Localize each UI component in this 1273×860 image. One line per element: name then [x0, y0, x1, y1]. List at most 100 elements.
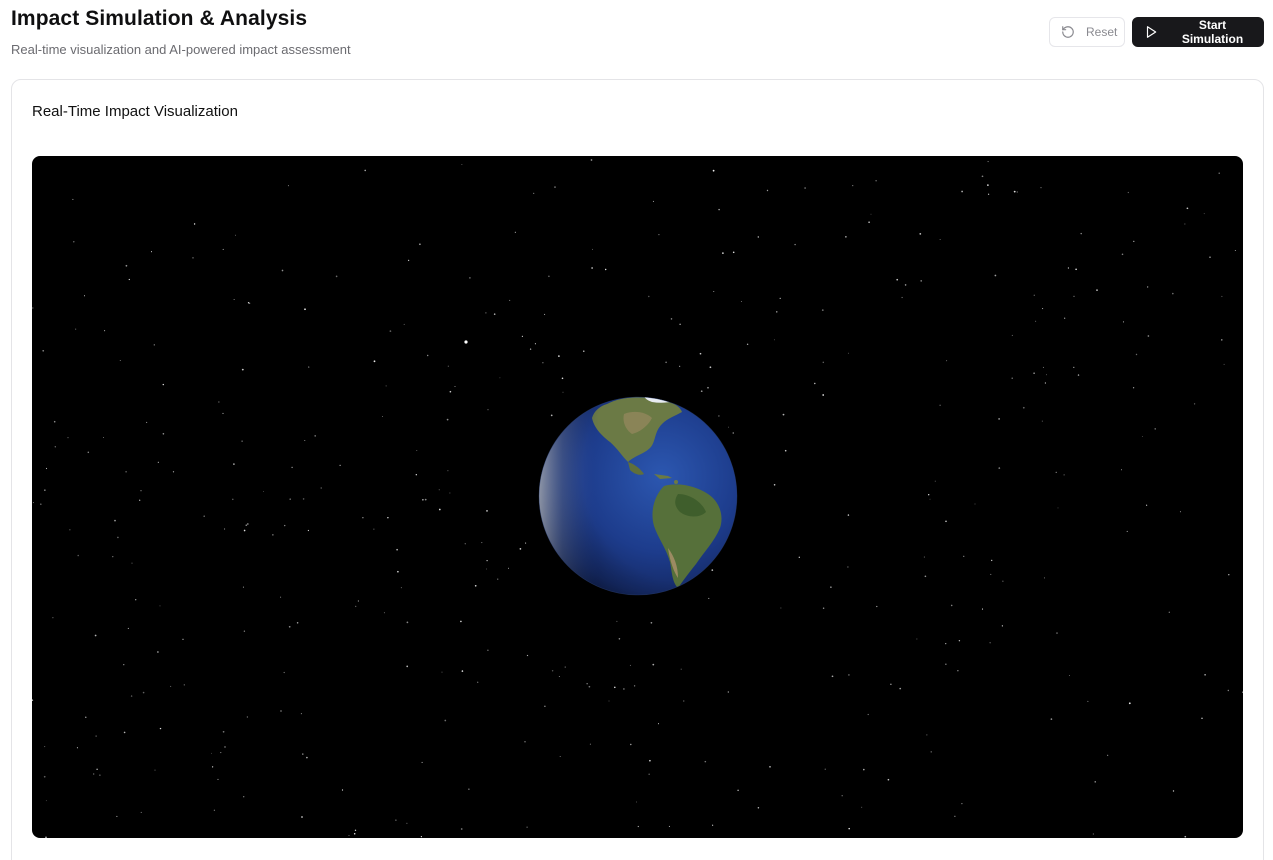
- star: [961, 803, 963, 805]
- star: [243, 630, 246, 632]
- star: [85, 716, 87, 718]
- star: [355, 605, 357, 608]
- star: [130, 695, 133, 697]
- star: [1221, 339, 1223, 341]
- star: [1043, 577, 1045, 579]
- star: [521, 335, 524, 338]
- star: [373, 528, 375, 530]
- star: [1011, 334, 1013, 336]
- star: [876, 605, 878, 608]
- star: [558, 676, 560, 677]
- star: [945, 520, 947, 523]
- star: [162, 383, 165, 386]
- star: [447, 365, 449, 367]
- page-header: Impact Simulation & Analysis Real-time v…: [11, 6, 351, 58]
- star: [794, 243, 796, 246]
- star: [307, 529, 310, 532]
- star: [830, 586, 832, 588]
- star: [1042, 308, 1044, 310]
- star: [193, 223, 196, 225]
- reset-button[interactable]: Reset: [1049, 17, 1125, 47]
- star: [1080, 232, 1082, 235]
- earth-globe[interactable]: [538, 390, 738, 596]
- star: [415, 474, 417, 476]
- star: [773, 484, 776, 486]
- star: [306, 756, 308, 759]
- star: [119, 359, 121, 362]
- star: [283, 671, 285, 674]
- star: [233, 298, 235, 300]
- star: [77, 554, 79, 557]
- star: [296, 622, 299, 624]
- star: [1067, 267, 1069, 269]
- star: [668, 825, 670, 827]
- star: [1126, 530, 1128, 532]
- star: [542, 362, 544, 364]
- star: [446, 418, 449, 421]
- star: [75, 328, 77, 330]
- star: [629, 664, 631, 666]
- star: [590, 159, 593, 161]
- star: [1168, 611, 1170, 613]
- star: [534, 343, 536, 345]
- star: [841, 794, 843, 797]
- star: [44, 489, 46, 491]
- star: [1064, 317, 1066, 319]
- star: [420, 836, 422, 838]
- star: [712, 169, 715, 172]
- star: [652, 663, 655, 666]
- star: [934, 480, 936, 482]
- star: [218, 401, 220, 403]
- star: [928, 494, 930, 496]
- star: [946, 360, 948, 362]
- star: [76, 747, 78, 749]
- star: [782, 413, 785, 416]
- star: [400, 587, 402, 589]
- star: [699, 352, 702, 355]
- star: [162, 433, 165, 435]
- star: [1127, 191, 1129, 194]
- star: [712, 824, 714, 826]
- star: [591, 248, 593, 250]
- star: [234, 234, 236, 236]
- visualization-canvas[interactable]: [32, 156, 1243, 838]
- star: [438, 508, 441, 511]
- star: [224, 746, 226, 748]
- star: [958, 640, 961, 642]
- star: [564, 666, 566, 668]
- star: [211, 766, 214, 768]
- star: [284, 524, 286, 527]
- star: [123, 731, 126, 734]
- star: [670, 318, 673, 320]
- star: [153, 344, 155, 346]
- star: [861, 806, 863, 808]
- star: [406, 665, 409, 668]
- star: [1228, 574, 1230, 576]
- star: [222, 248, 224, 250]
- star: [769, 766, 771, 768]
- star: [550, 414, 553, 417]
- star: [1154, 428, 1156, 430]
- star: [798, 556, 800, 558]
- star: [1193, 403, 1196, 405]
- star: [395, 819, 397, 821]
- header-actions: Reset Start Simulation: [1049, 17, 1264, 47]
- star: [509, 299, 511, 301]
- star: [1001, 625, 1004, 627]
- star: [461, 670, 464, 672]
- star: [746, 343, 749, 345]
- star: [224, 528, 226, 530]
- star: [263, 490, 264, 492]
- star: [73, 241, 75, 243]
- star: [704, 760, 707, 763]
- star: [1122, 321, 1125, 323]
- start-simulation-button[interactable]: Start Simulation: [1132, 17, 1264, 47]
- star: [308, 366, 310, 368]
- star: [1227, 689, 1230, 692]
- star: [406, 621, 409, 624]
- star: [1172, 790, 1175, 792]
- star: [43, 775, 46, 778]
- star: [916, 638, 918, 640]
- star: [486, 568, 487, 570]
- star: [481, 542, 483, 544]
